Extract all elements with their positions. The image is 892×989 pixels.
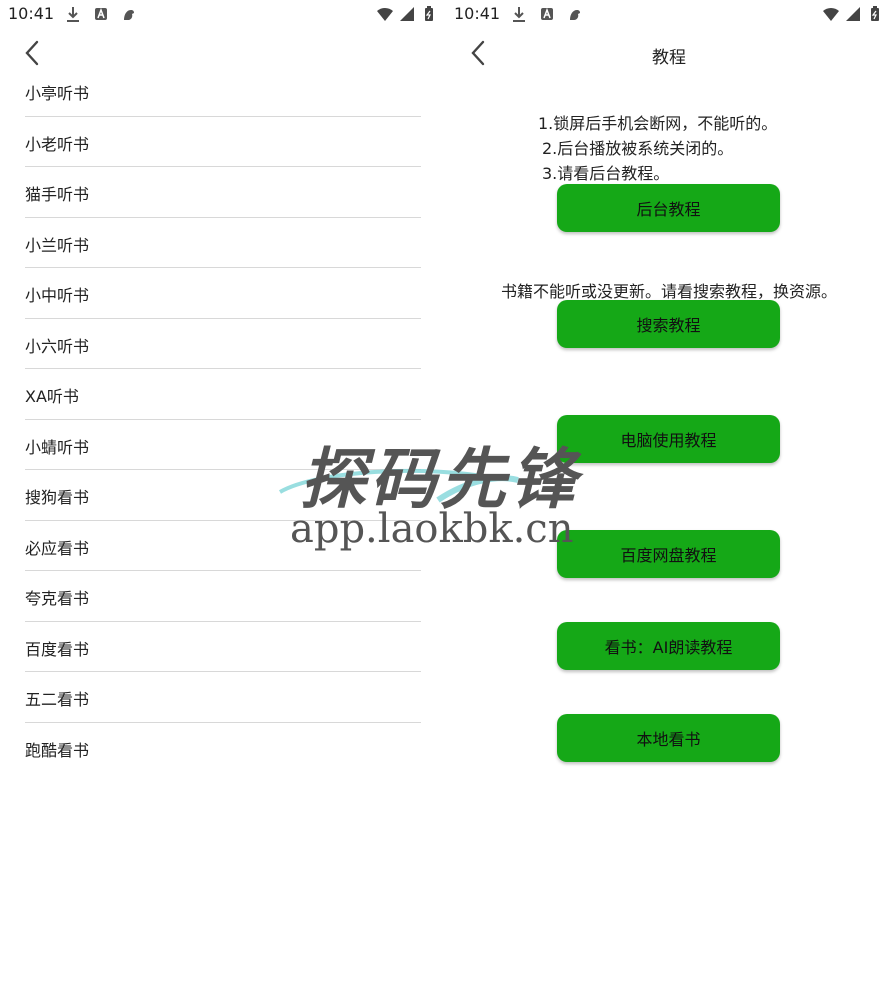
tip-line: 2.后台播放被系统关闭的。 <box>542 139 734 158</box>
list-item-label: 五二看书 <box>25 690 90 709</box>
list-item[interactable]: 夸克看书 <box>25 571 421 622</box>
list-item-label: 百度看书 <box>25 639 90 659</box>
list-item-label: 小六听书 <box>25 336 90 356</box>
ai-read-tutorial-button[interactable]: 看书：AI朗读教程 <box>557 622 780 670</box>
list-item[interactable]: 小兰听书 <box>25 218 421 268</box>
list-item[interactable]: XA听书 <box>25 369 421 420</box>
signal-icon <box>846 7 860 21</box>
wifi-icon <box>823 7 839 21</box>
right-screen: 10:41 教程 1.锁屏后手机会断网，不能听的。 2.后台播放被系统关闭的。 … <box>446 0 892 989</box>
back-arrow-icon[interactable] <box>20 38 48 68</box>
netdisk-tutorial-button[interactable]: 百度网盘教程 <box>557 530 780 578</box>
list-item-label: 夸克看书 <box>25 589 90 608</box>
local-book-button[interactable]: 本地看书 <box>557 714 780 762</box>
list-item-label: 猫手听书 <box>25 185 90 204</box>
list-item-label: 小老听书 <box>25 134 90 154</box>
list-item[interactable]: 小蜻听书 <box>25 420 421 470</box>
list-item[interactable]: 小亭听书 <box>25 66 421 117</box>
battery-icon <box>425 6 433 21</box>
list-item-label: 跑酷看书 <box>25 740 90 760</box>
status-bar: 10:41 <box>0 0 446 28</box>
search-tip-text: 书籍不能听或没更新。请看搜索教程，换资源。 <box>500 282 837 301</box>
list-item[interactable]: 五二看书 <box>25 672 421 723</box>
list-item-label: 必应看书 <box>25 538 90 558</box>
status-time: 10:41 <box>454 4 501 23</box>
list-item-label: 小蜻听书 <box>25 437 90 457</box>
page-title: 教程 <box>652 48 686 68</box>
list-item[interactable]: 小六听书 <box>25 319 421 369</box>
status-time: 10:41 <box>8 4 55 23</box>
battery-icon <box>871 6 879 21</box>
list-item[interactable]: 百度看书 <box>25 622 421 672</box>
status-bar: 10:41 <box>446 0 892 28</box>
download-icon <box>513 7 525 22</box>
tips-text: 1.锁屏后手机会断网，不能听的。 2.后台播放被系统关闭的。 3.请看后台教程。 <box>538 111 777 186</box>
signal-icon <box>400 7 414 21</box>
list-item-label: XA听书 <box>25 387 79 406</box>
background-tutorial-button[interactable]: 后台教程 <box>557 184 780 232</box>
font-a-icon <box>95 7 107 20</box>
pc-tutorial-button[interactable]: 电脑使用教程 <box>557 415 780 463</box>
tip-line: 3.请看后台教程。 <box>542 164 670 183</box>
bird-icon <box>124 10 134 20</box>
list-item[interactable]: 跑酷看书 <box>25 723 421 773</box>
list-item[interactable]: 必应看书 <box>25 521 421 571</box>
list-item-label: 搜狗看书 <box>25 488 90 507</box>
list-item[interactable]: 小老听书 <box>25 117 421 167</box>
list-item[interactable]: 猫手听书 <box>25 167 421 218</box>
font-a-icon <box>541 7 553 20</box>
list-item-label: 小兰听书 <box>25 235 90 255</box>
list-item-label: 小亭听书 <box>25 84 90 103</box>
wifi-icon <box>377 7 393 21</box>
left-screen: 10:41 小亭听书 小老听书 猫手听书 小兰听书 小中听书 小六听书 XA听书… <box>0 0 446 989</box>
list-item[interactable]: 搜狗看书 <box>25 470 421 521</box>
list-item-label: 小中听书 <box>25 286 90 305</box>
source-list: 小亭听书 小老听书 猫手听书 小兰听书 小中听书 小六听书 XA听书 小蜻听书 … <box>25 66 421 772</box>
search-tutorial-button[interactable]: 搜索教程 <box>557 300 780 348</box>
tip-line: 1.锁屏后手机会断网，不能听的。 <box>538 114 778 133</box>
bird-icon <box>570 10 580 20</box>
download-icon <box>67 7 79 22</box>
list-item[interactable]: 小中听书 <box>25 268 421 319</box>
